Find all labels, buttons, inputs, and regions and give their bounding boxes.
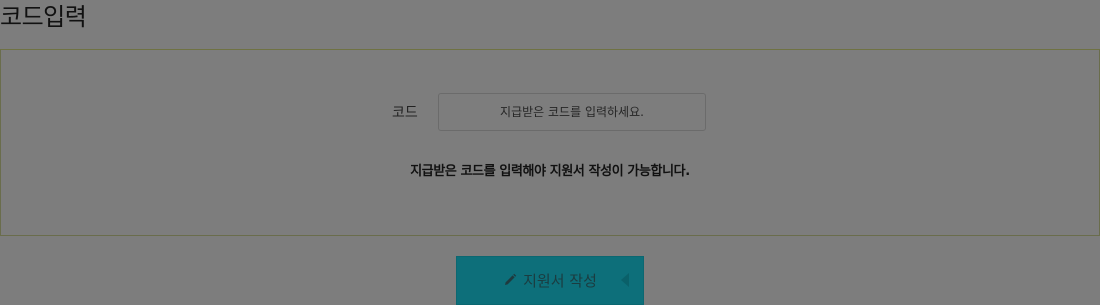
cursor-shadow-icon [621,273,629,287]
code-panel [0,49,1100,236]
write-application-label: 지원서 작성 [523,271,597,290]
code-required-notice: 지급받은 코드를 입력해야 지원서 작성이 가능합니다. [410,164,690,179]
code-label: 코드 [392,105,418,121]
code-input[interactable] [438,93,706,131]
code-entry-page: 코드입력 코드 지급받은 코드를 입력해야 지원서 작성이 가능합니다. 지원서… [0,0,1100,305]
page-title: 코드입력 [0,3,87,31]
write-application-button[interactable]: 지원서 작성 [456,256,644,305]
pencil-icon [505,273,517,285]
